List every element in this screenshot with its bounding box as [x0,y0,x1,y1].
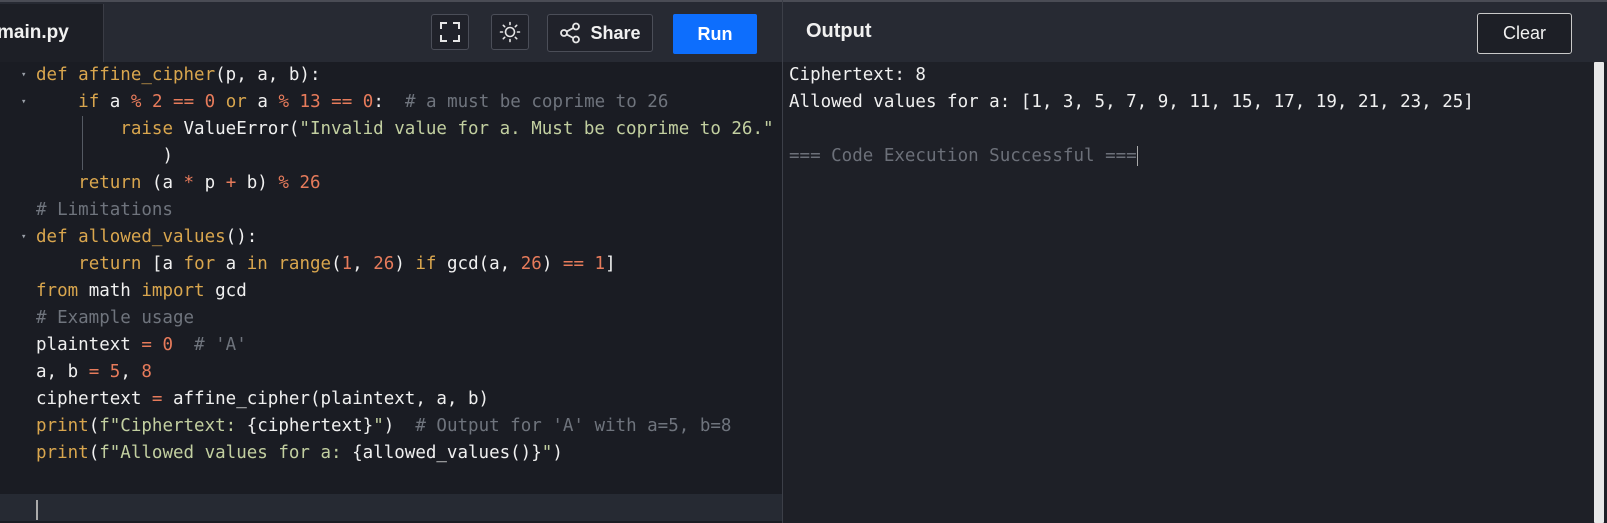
code-line[interactable]: print(f"Allowed values for a: {allowed_v… [0,440,782,467]
code-line-active[interactable]: 6 [0,494,782,521]
code-line[interactable]: # Limitations 5 [0,197,782,224]
output-scrollbar-thumb[interactable] [1594,62,1604,523]
code-line[interactable]: raise ValueError("Invalid value for a. M… [0,116,782,143]
code-line[interactable]: plaintext = 0 # 'A' 0 [0,332,782,359]
code-line[interactable]: if a % 2 == 0 or a % 13 == 0: # a must b… [0,89,782,116]
fullscreen-icon [440,22,460,42]
output-cursor [1136,146,1138,166]
code-line[interactable]: ciphertext = affine_cipher(plaintext, a,… [0,386,782,413]
clear-button[interactable]: Clear [1477,13,1572,54]
code-line[interactable]: return (a * p + b) % 26 4 [0,170,782,197]
share-icon [560,22,581,44]
code-line[interactable]: a, b = 5, 8 1 [0,359,782,386]
share-button[interactable]: Share [547,14,653,52]
clear-label: Clear [1502,23,1546,43]
output-status-line: === Code Execution Successful === [789,146,1138,166]
output-panel-title: Output [806,20,872,42]
top-toolbar: main.py Share Run Output Clear [0,0,1607,62]
theme-toggle-button[interactable] [491,14,529,50]
fullscreen-button[interactable] [431,14,469,50]
code-line[interactable]: return [a for a in range(1, 26) if gcd(a… [0,251,782,278]
code-editor[interactable]: def affine_cipher(p, a, b): 1▾ if a % 2 … [0,62,782,523]
fold-toggle-icon[interactable]: ▾ [21,224,26,251]
share-label: Share [590,22,641,43]
code-line-wrap[interactable]: ) [0,143,782,170]
output-line: Ciphertext: 8 [789,65,926,85]
code-line[interactable]: # Example usage 9 [0,305,782,332]
run-button[interactable]: Run [673,14,757,54]
fold-toggle-icon[interactable]: ▾ [21,62,26,89]
output-line: Allowed values for a: [1, 3, 5, 7, 9, 11… [789,92,1474,112]
file-tab-label: main.py [0,22,69,43]
output-panel[interactable]: Ciphertext: 8 Allowed values for a: [1, … [783,62,1591,523]
indent-guide [82,116,83,170]
code-line[interactable]: print(f"Ciphertext: {ciphertext}") # Out… [0,413,782,440]
theme-toggle-icon [499,21,521,43]
code-line[interactable]: def affine_cipher(p, a, b): 1▾ [0,62,782,89]
code-line[interactable]: def allowed_values(): 6▾ [0,224,782,251]
run-label: Run [697,23,733,44]
code-line[interactable]: 5 [0,467,782,494]
text-cursor [36,500,38,520]
code-line[interactable]: from math import gcd 8 [0,278,782,305]
fold-toggle-icon[interactable]: ▾ [21,89,26,116]
file-tab-main-py[interactable]: main.py [0,4,104,62]
